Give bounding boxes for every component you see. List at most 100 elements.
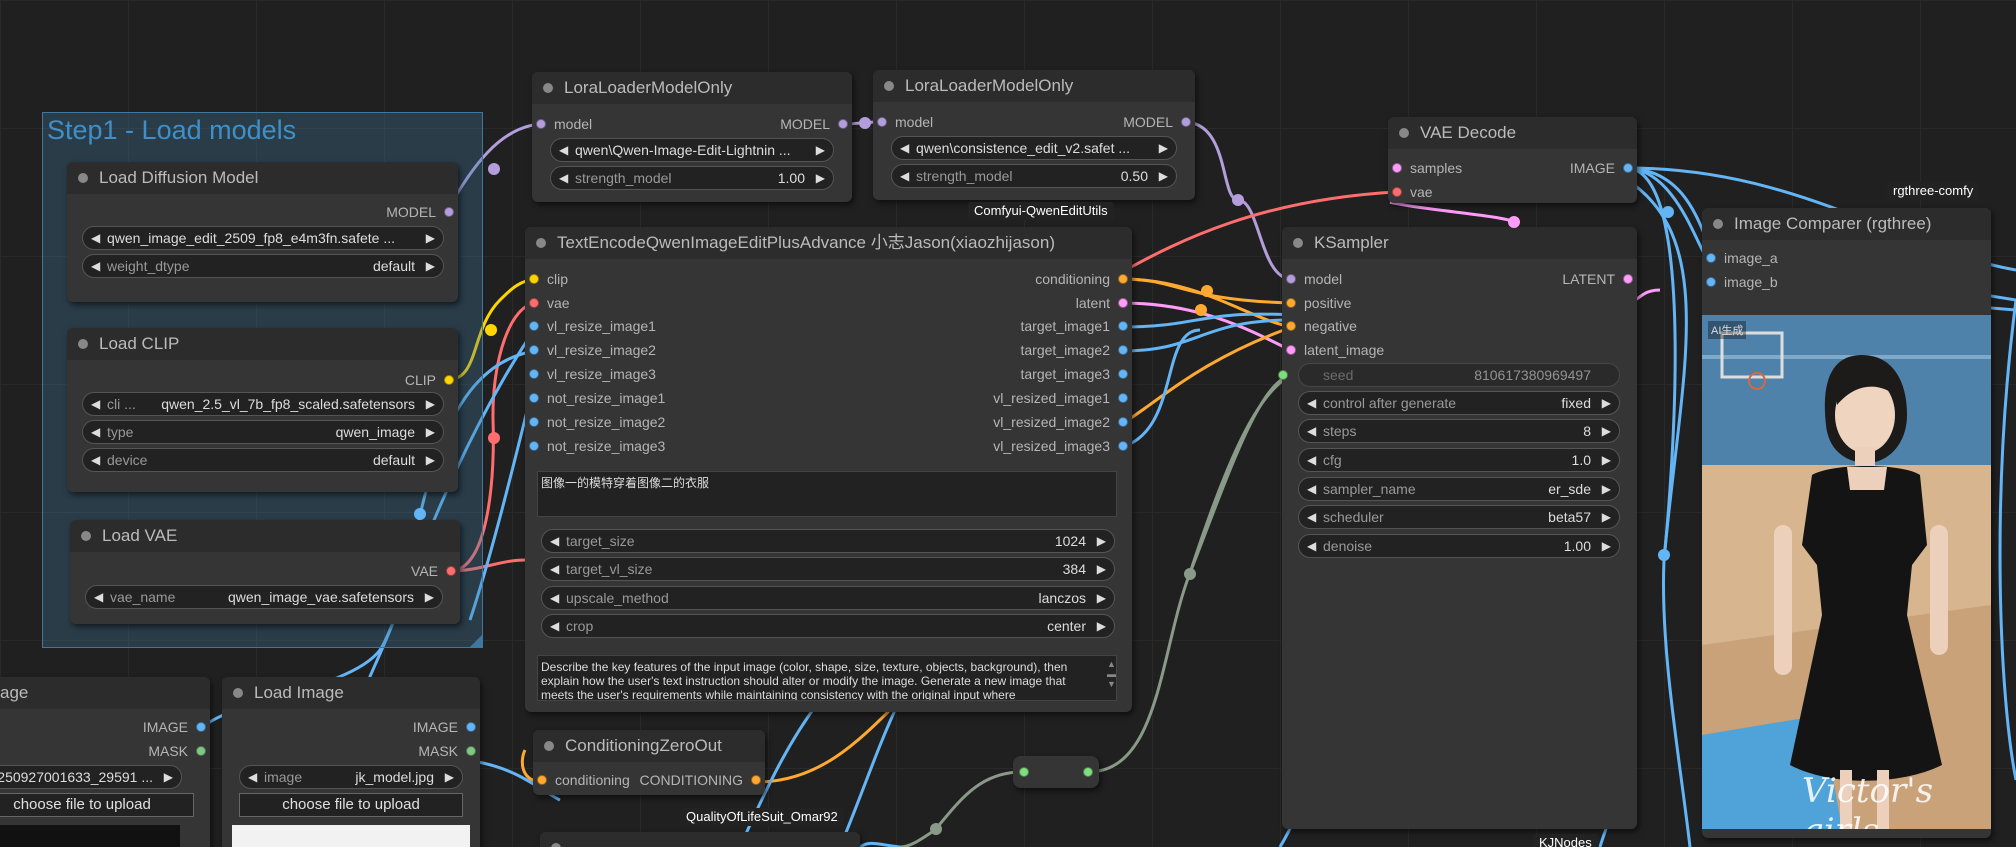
slot-dot-icon[interactable] [446,566,456,576]
node-title[interactable]: Load Image [222,677,480,709]
widget-weight-dtype[interactable]: ◀ weight_dtype default ▶ [82,254,444,278]
arrow-left-icon[interactable]: ◀ [550,530,559,552]
widget-scheduler[interactable]: ◀ scheduler beta57 ▶ [1298,505,1620,529]
output-slot-latent[interactable]: LATENT [1562,269,1633,289]
node-conditioning-zero-out[interactable]: ConditioningZeroOut conditioning CONDITI… [533,730,765,795]
output-slot-image[interactable]: IMAGE [1570,158,1633,178]
output-slot-model[interactable]: MODEL [1123,112,1191,132]
input-slot-clip[interactable]: clip [529,269,568,289]
wire-midpoint-icon[interactable] [1232,194,1244,206]
collapse-dot-icon[interactable] [81,531,91,541]
arrow-left-icon[interactable]: ◀ [1307,420,1316,442]
node-lora-loader-1[interactable]: LoraLoaderModelOnly model MODEL ◀ qwen\Qw… [532,72,852,202]
output-slot-mask[interactable]: MASK [148,741,206,761]
input-slot-image-b[interactable]: image_b [1706,272,1778,292]
collapse-dot-icon[interactable] [1399,128,1409,138]
arrow-left-icon[interactable]: ◀ [900,137,909,159]
output-slot-conditioning[interactable]: conditioning [1035,269,1128,289]
node-title[interactable]: Load CLIP [67,328,458,360]
slot-dot-icon[interactable] [1118,441,1128,451]
slot-dot-icon[interactable] [444,207,454,217]
reroute-node[interactable] [1013,756,1099,788]
arrow-right-icon[interactable]: ▶ [426,393,435,415]
wire-midpoint-icon[interactable] [488,432,500,444]
collapse-dot-icon[interactable] [1293,238,1303,248]
arrow-right-icon[interactable]: ▶ [816,139,825,161]
node-title[interactable]: TextEncodeQwenImageEditPlusAdvance 小志Jas… [525,227,1132,259]
arrow-right-icon[interactable]: ▶ [1602,506,1611,528]
widget-vae-name[interactable]: ◀ vae_name qwen_image_vae.safetensors ▶ [85,585,443,609]
node-vae-decode[interactable]: VAE Decode samples vae IMAGE [1388,117,1637,203]
input-slot-vl-resize-image1[interactable]: vl_resize_image1 [529,316,656,336]
node-title[interactable]: Load Diffusion Model [67,162,458,194]
collapse-dot-icon[interactable] [1713,219,1723,229]
slot-dot-icon[interactable] [466,746,476,756]
node-lora-loader-2[interactable]: LoraLoaderModelOnly model MODEL ◀ qwen\co… [873,70,1195,200]
slot-dot-icon[interactable] [1286,298,1296,308]
collapse-dot-icon[interactable] [884,81,894,91]
input-slot-samples[interactable]: samples [1392,158,1462,178]
arrow-left-icon[interactable]: ◀ [91,449,100,471]
prompt-textarea[interactable]: 图像一的模特穿着图像二的衣服 [537,471,1117,517]
input-slot-image-a[interactable]: image_a [1706,248,1778,268]
arrow-right-icon[interactable]: ▶ [426,421,435,443]
arrow-right-icon[interactable]: ▶ [426,255,435,277]
arrow-right-icon[interactable]: ▶ [816,167,825,189]
slot-dot-icon[interactable] [1118,298,1128,308]
arrow-left-icon[interactable]: ◀ [550,615,559,637]
output-slot-clip[interactable]: CLIP [405,370,454,390]
textarea-scroll-icon[interactable]: ▲ ▬ ▼ [1107,659,1116,689]
widget-target-vl-size[interactable]: ◀ target_vl_size 384 ▶ [541,557,1115,581]
slot-dot-icon[interactable] [1118,321,1128,331]
slot-dot-icon[interactable] [529,321,539,331]
node-title[interactable]: age [0,677,210,709]
widget-image-select[interactable]: 250927001633_29591 ... ▶ [0,765,182,789]
widget-sampler-name[interactable]: ◀ sampler_name er_sde ▶ [1298,477,1620,501]
widget-lora-name[interactable]: ◀ qwen\Qwen-Image-Edit-Lightnin ... ▶ [550,138,834,162]
widget-control-after-generate[interactable]: ◀ control after generate fixed ▶ [1298,391,1620,415]
arrow-left-icon[interactable]: ◀ [91,393,100,415]
arrow-right-icon[interactable]: ▶ [1159,165,1168,187]
arrow-right-icon[interactable]: ▶ [1097,587,1106,609]
slot-dot-icon[interactable] [1118,345,1128,355]
reroute-output-dot-icon[interactable] [1083,767,1093,777]
input-slot-vl-resize-image3[interactable]: vl_resize_image3 [529,364,656,384]
input-slot-negative[interactable]: negative [1286,316,1357,336]
slot-dot-icon[interactable] [1623,274,1633,284]
group-resize-handle[interactable] [470,635,482,647]
slot-dot-icon[interactable] [529,369,539,379]
arrow-left-icon[interactable]: ◀ [550,587,559,609]
widget-crop[interactable]: ◀ crop center ▶ [541,614,1115,638]
wire-midpoint-icon[interactable] [488,163,500,175]
arrow-left-icon[interactable]: ◀ [900,165,909,187]
node-title[interactable]: Load VAE [70,520,460,552]
slot-dot-icon[interactable] [1286,274,1296,284]
wire-midpoint-icon[interactable] [414,508,426,520]
node-ksampler[interactable]: KSampler model positive negative latent_… [1278,227,1637,829]
output-slot-target-image2[interactable]: target_image2 [1020,340,1128,360]
output-slot-conditioning[interactable]: CONDITIONING [640,770,761,790]
wire-midpoint-icon[interactable] [1201,285,1213,297]
node-load-clip[interactable]: Load CLIP CLIP ◀ cli ... qwen_2.5_vl_7b_fp… [67,328,458,492]
widget-image-select[interactable]: ◀ image jk_model.jpg ▶ [239,765,463,789]
node-title[interactable]: Image Comparer (rgthree) [1702,208,1991,240]
slot-dot-icon[interactable] [1286,345,1296,355]
reroute-input-dot-icon[interactable] [1019,767,1029,777]
input-slot-model[interactable]: model [877,112,933,132]
collapse-dot-icon[interactable] [233,688,243,698]
wire-midpoint-icon[interactable] [1658,549,1670,561]
wire-midpoint-icon[interactable] [1195,304,1207,316]
output-slot-target-image3[interactable]: target_image3 [1020,364,1128,384]
node-title[interactable]: ConditioningZeroOut [533,730,765,762]
collapse-dot-icon[interactable] [544,741,554,751]
slot-dot-icon[interactable] [1392,187,1402,197]
slot-dot-icon[interactable] [1623,163,1633,173]
arrow-right-icon[interactable]: ▶ [1159,137,1168,159]
collapse-dot-icon[interactable] [543,83,553,93]
arrow-right-icon[interactable]: ▶ [426,227,435,249]
arrow-left-icon[interactable]: ◀ [1307,449,1316,471]
node-load-vae[interactable]: Load VAE VAE ◀ vae_name qwen_image_vae.saf… [70,520,460,624]
arrow-right-icon[interactable]: ▶ [164,766,173,788]
arrow-left-icon[interactable]: ◀ [1307,478,1316,500]
arrow-left-icon[interactable]: ◀ [1307,392,1316,414]
